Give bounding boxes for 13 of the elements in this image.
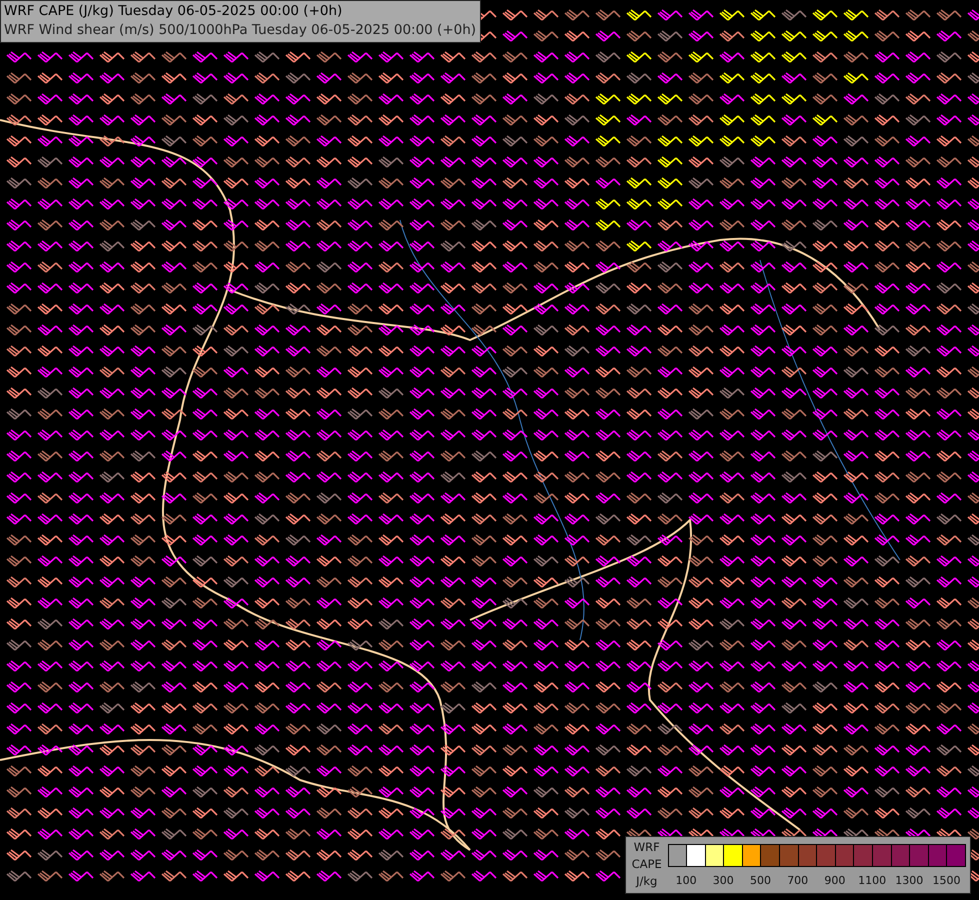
legend-label: CAPE [632,856,662,873]
scale-tick-label: 1300 [895,874,924,887]
scale-tick-label: 1100 [858,874,886,887]
scale-tick-label: 700 [787,874,808,887]
legend-label: WRF [634,839,660,856]
map-title: WRF CAPE (J/kg) Tuesday 06-05-2025 00:00 (+0h) [4,2,344,21]
scale-tick-label: 1500 [932,874,960,887]
legend-label: J/kg [636,873,658,890]
scale-tick-label: 300 [712,874,734,887]
scale-tick-label: 900 [824,874,846,887]
scale-tick-label: 500 [750,874,771,887]
scale-tick-label: 100 [676,874,697,887]
map-title: WRF Wind shear (m/s) 500/1000hPa Tuesday 06-05-2025 00:00 (+0h) [4,21,476,40]
